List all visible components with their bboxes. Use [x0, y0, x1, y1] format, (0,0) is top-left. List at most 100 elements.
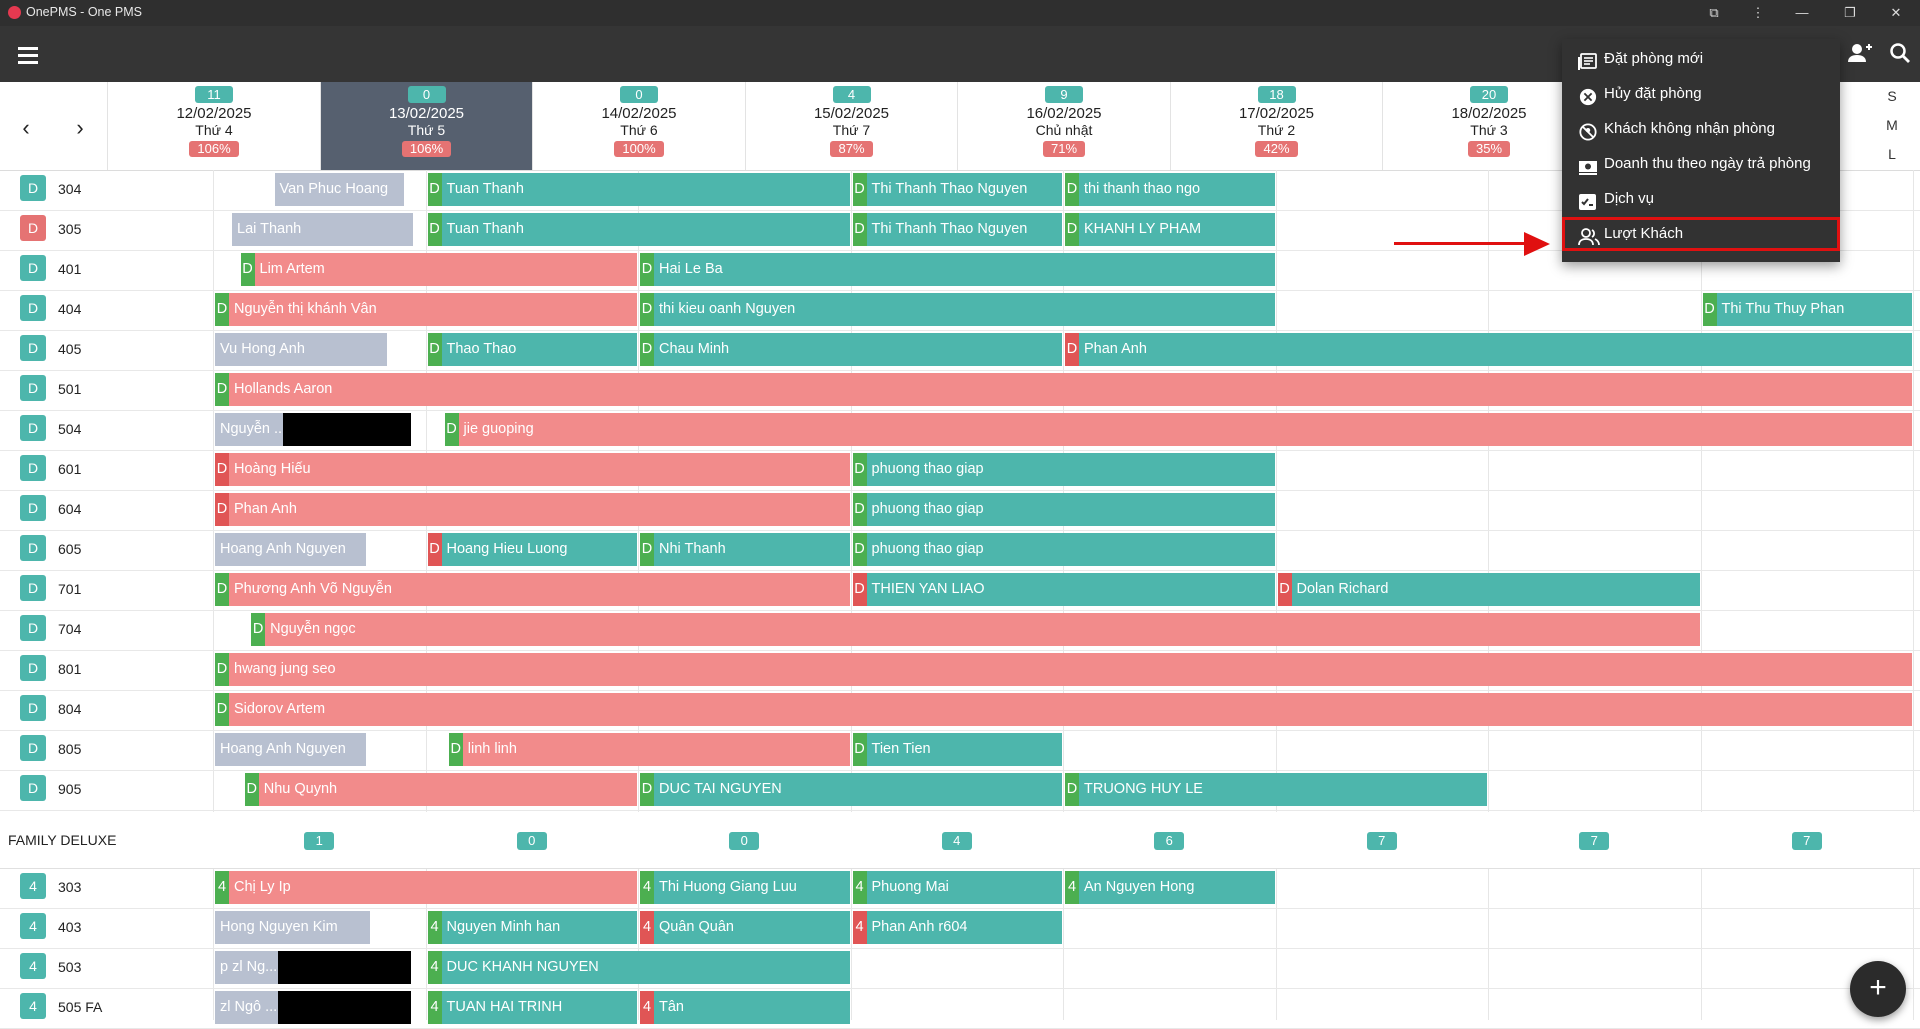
booking-bar[interactable]: D Tien Tien [852, 733, 1062, 766]
booking-bar[interactable]: D Nhi Thanh [640, 533, 850, 566]
booking-bar[interactable]: 4 Quân Quân [640, 911, 850, 944]
person-add-icon[interactable] [1845, 42, 1875, 66]
booking-bar[interactable]: D Thi Thu Thuy Phan [1702, 293, 1912, 326]
add-booking-fab[interactable]: + [1850, 961, 1906, 1017]
room-status-tag[interactable]: D [20, 695, 46, 721]
booking-bar[interactable]: Hong Nguyen Kim [215, 911, 370, 944]
booking-bar[interactable]: D Hollands Aaron [215, 373, 1912, 406]
room-status-tag[interactable]: D [20, 655, 46, 681]
booking-bar[interactable]: Dphuong thao giap [852, 453, 1275, 486]
menu-item[interactable]: Hủy đặt phòng [1562, 77, 1840, 111]
booking-bar[interactable]: D KHANH LY PHAM [1065, 213, 1275, 246]
more-vert-icon[interactable]: ⋮ [1736, 0, 1780, 26]
room-status-tag[interactable]: D [20, 255, 46, 281]
booking-bar[interactable]: 4 Phan Anh r604 [852, 911, 1062, 944]
room-status-tag[interactable]: 4 [20, 993, 46, 1019]
room-status-tag[interactable]: 4 [20, 953, 46, 979]
search-icon[interactable] [1885, 42, 1915, 66]
menu-item[interactable]: Lượt Khách [1562, 217, 1840, 251]
room-status-tag[interactable]: D [20, 455, 46, 481]
day-column[interactable]: 11 12/02/2025 Thứ 4 106% [107, 82, 320, 170]
booking-bar[interactable]: zl Ngô ... n [215, 991, 281, 1024]
booking-bar[interactable]: D Chau Minh [640, 333, 1062, 366]
menu-item[interactable]: Doanh thu theo ngày trả phòng [1562, 147, 1840, 181]
booking-bar[interactable]: D Hai Le Ba [640, 253, 1275, 286]
room-status-tag[interactable]: 4 [20, 873, 46, 899]
booking-bar[interactable]: 4 Chị Ly Ip [215, 871, 637, 904]
booking-bar[interactable]: D Hoàng Hiếu [215, 453, 850, 486]
hamburger-icon[interactable] [18, 47, 38, 64]
room-status-tag[interactable]: D [20, 215, 46, 241]
booking-bar[interactable]: D Nguyễn thị khánh Vân [215, 293, 637, 326]
booking-bar[interactable]: D Thi Thanh Thao Nguyen [852, 173, 1062, 206]
booking-bar[interactable]: 4 DUC KHANH NGUYEN [427, 951, 850, 984]
room-status-tag[interactable]: D [20, 735, 46, 761]
booking-bar[interactable]: 4 Nguyen Minh han [427, 911, 637, 944]
booking-bar[interactable]: 4 TUAN HAI TRINH [427, 991, 637, 1024]
booking-bar[interactable]: D Thao Thao [427, 333, 637, 366]
booking-bar[interactable]: Lai Thanh [232, 213, 413, 246]
room-status-tag[interactable]: D [20, 175, 46, 201]
room-status-tag[interactable]: D [20, 495, 46, 521]
room-status-tag[interactable]: D [20, 375, 46, 401]
day-column[interactable]: 18 17/02/2025 Thứ 2 42% [1169, 82, 1383, 170]
close-button[interactable]: ✕ [1874, 0, 1918, 26]
day-column[interactable]: 0 14/02/2025 Thứ 6 100% [532, 82, 745, 170]
booking-bar[interactable]: Dhwang jung seo [215, 653, 1912, 686]
menu-item[interactable]: Khách không nhận phòng [1562, 112, 1840, 146]
room-status-tag[interactable]: D [20, 335, 46, 361]
booking-bar[interactable]: Nguyễn ... [215, 413, 288, 446]
booking-bar[interactable]: Hoang Anh Nguyen [215, 533, 366, 566]
booking-bar[interactable]: Vu Hong Anh [215, 333, 387, 366]
booking-bar[interactable]: 4 Thi Huong Giang Luu [640, 871, 850, 904]
booking-bar[interactable]: D Tuan Thanh [427, 213, 850, 246]
room-status-tag[interactable]: D [20, 535, 46, 561]
booking-bar[interactable]: D THIEN YAN LIAO [852, 573, 1275, 606]
room-status-tag[interactable]: D [20, 615, 46, 641]
day-column[interactable]: 9 16/02/2025 Chủ nhật 71% [957, 82, 1170, 170]
room-status-tag[interactable]: 4 [20, 913, 46, 939]
booking-bar[interactable]: D Phan Anh [215, 493, 850, 526]
booking-bar[interactable]: Van Phuc Hoang [274, 173, 404, 206]
booking-bar[interactable]: Dlinh linh [448, 733, 850, 766]
menu-item[interactable]: Dịch vụ [1562, 182, 1840, 216]
booking-bar[interactable]: D Thi Thanh Thao Nguyen [852, 213, 1062, 246]
minimize-button[interactable]: — [1780, 0, 1824, 26]
booking-bar[interactable]: D Lim Artem [240, 253, 637, 286]
size-m-option[interactable]: M [1872, 111, 1912, 140]
booking-bar[interactable]: 4 Tân [640, 991, 850, 1024]
booking-bar[interactable]: Hoang Anh Nguyen [215, 733, 366, 766]
booking-bar[interactable]: D DUC TAI NGUYEN [640, 773, 1062, 806]
room-status-tag[interactable]: D [20, 575, 46, 601]
room-status-tag[interactable]: D [20, 415, 46, 441]
extensions-icon[interactable]: ⧉ [1692, 0, 1736, 26]
booking-bar[interactable]: D Dolan Richard [1277, 573, 1700, 606]
booking-bar[interactable]: Dthi thanh thao ngo [1065, 173, 1275, 206]
room-status-tag[interactable]: D [20, 295, 46, 321]
booking-bar[interactable]: 4 An Nguyen Hong [1065, 871, 1275, 904]
size-l-option[interactable]: L [1872, 140, 1912, 169]
booking-bar[interactable]: Djie guoping [444, 413, 1912, 446]
booking-bar[interactable]: Dthi kieu oanh Nguyen [640, 293, 1275, 326]
menu-item[interactable]: Đặt phòng mới [1562, 42, 1840, 76]
booking-bar[interactable]: p zl Ng... n [215, 951, 281, 984]
occupancy-badge: 100% [614, 141, 664, 157]
size-s-option[interactable]: S [1872, 82, 1912, 111]
booking-bar[interactable]: D Phương Anh Võ Nguyễn [215, 573, 850, 606]
booking-bar[interactable]: D Nguyễn ngọc [251, 613, 1700, 646]
booking-bar[interactable]: D Hoang Hieu Luong [427, 533, 637, 566]
next-arrow-icon[interactable]: › [70, 115, 90, 141]
maximize-button[interactable]: ❐ [1828, 0, 1872, 26]
booking-bar[interactable]: 4 Phuong Mai [852, 871, 1062, 904]
room-status-tag[interactable]: D [20, 775, 46, 801]
booking-bar[interactable]: Dphuong thao giap [852, 533, 1275, 566]
booking-bar[interactable]: D Sidorov Artem [215, 693, 1912, 726]
booking-bar[interactable]: D TRUONG HUY LE [1065, 773, 1487, 806]
prev-arrow-icon[interactable]: ‹ [16, 115, 36, 141]
booking-bar[interactable]: D Phan Anh [1065, 333, 1912, 366]
booking-bar[interactable]: D Tuan Thanh [427, 173, 850, 206]
day-column[interactable]: 4 15/02/2025 Thứ 7 87% [744, 82, 958, 170]
booking-bar[interactable]: D Nhu Quynh [244, 773, 637, 806]
day-column[interactable]: 0 13/02/2025 Thứ 5 106% [319, 82, 533, 170]
booking-bar[interactable]: Dphuong thao giap [852, 493, 1275, 526]
